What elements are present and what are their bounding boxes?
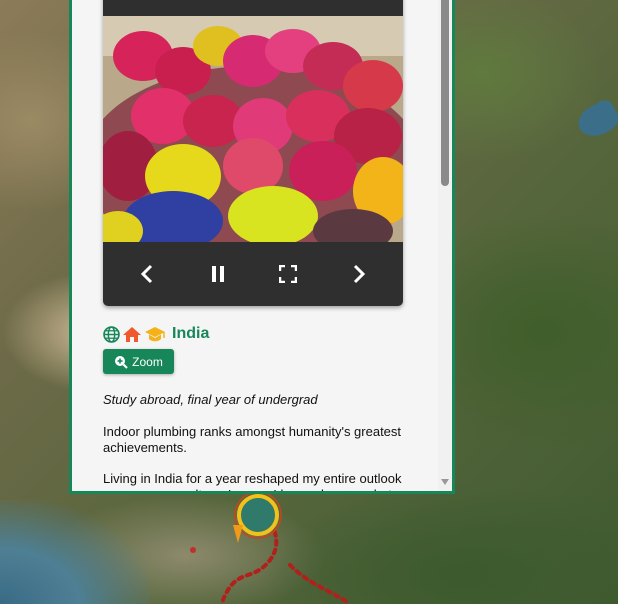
- pause-icon: [212, 266, 224, 282]
- place-info-panel: India Zoom Study abroad, final year of u…: [69, 0, 455, 494]
- photo-gallery: [103, 0, 403, 306]
- gallery-controls: [103, 242, 403, 306]
- chevron-left-icon: [140, 264, 153, 284]
- place-title-row: India: [103, 324, 209, 344]
- travel-route: [288, 563, 352, 604]
- map-dot: [190, 547, 196, 553]
- zoom-button[interactable]: Zoom: [103, 349, 174, 374]
- next-button[interactable]: [345, 260, 373, 288]
- home-icon: [123, 326, 141, 342]
- place-title: India: [172, 325, 210, 342]
- scrollbar-thumb[interactable]: [441, 0, 449, 186]
- previous-button[interactable]: [133, 260, 161, 288]
- pause-button[interactable]: [204, 260, 232, 288]
- zoom-button-label: Zoom: [132, 354, 163, 369]
- globe-icon: [103, 325, 120, 343]
- fullscreen-button[interactable]: [274, 260, 302, 288]
- marker-pin-icon: [233, 525, 243, 543]
- scroll-down-arrow-icon[interactable]: [441, 479, 449, 485]
- chevron-right-icon: [353, 264, 366, 284]
- zoom-in-icon: [115, 355, 128, 369]
- location-marker: [237, 494, 279, 536]
- description-paragraph: Indoor plumbing ranks amongst humanity's…: [103, 424, 402, 455]
- place-subtitle: Study abroad, final year of undergrad: [103, 392, 318, 407]
- graduation-cap-icon: [145, 326, 165, 341]
- gallery-photo[interactable]: [103, 16, 403, 242]
- description-paragraph: Living in India for a year reshaped my e…: [103, 471, 402, 491]
- fullscreen-icon: [279, 265, 297, 283]
- panel-scrollbar[interactable]: [438, 0, 452, 491]
